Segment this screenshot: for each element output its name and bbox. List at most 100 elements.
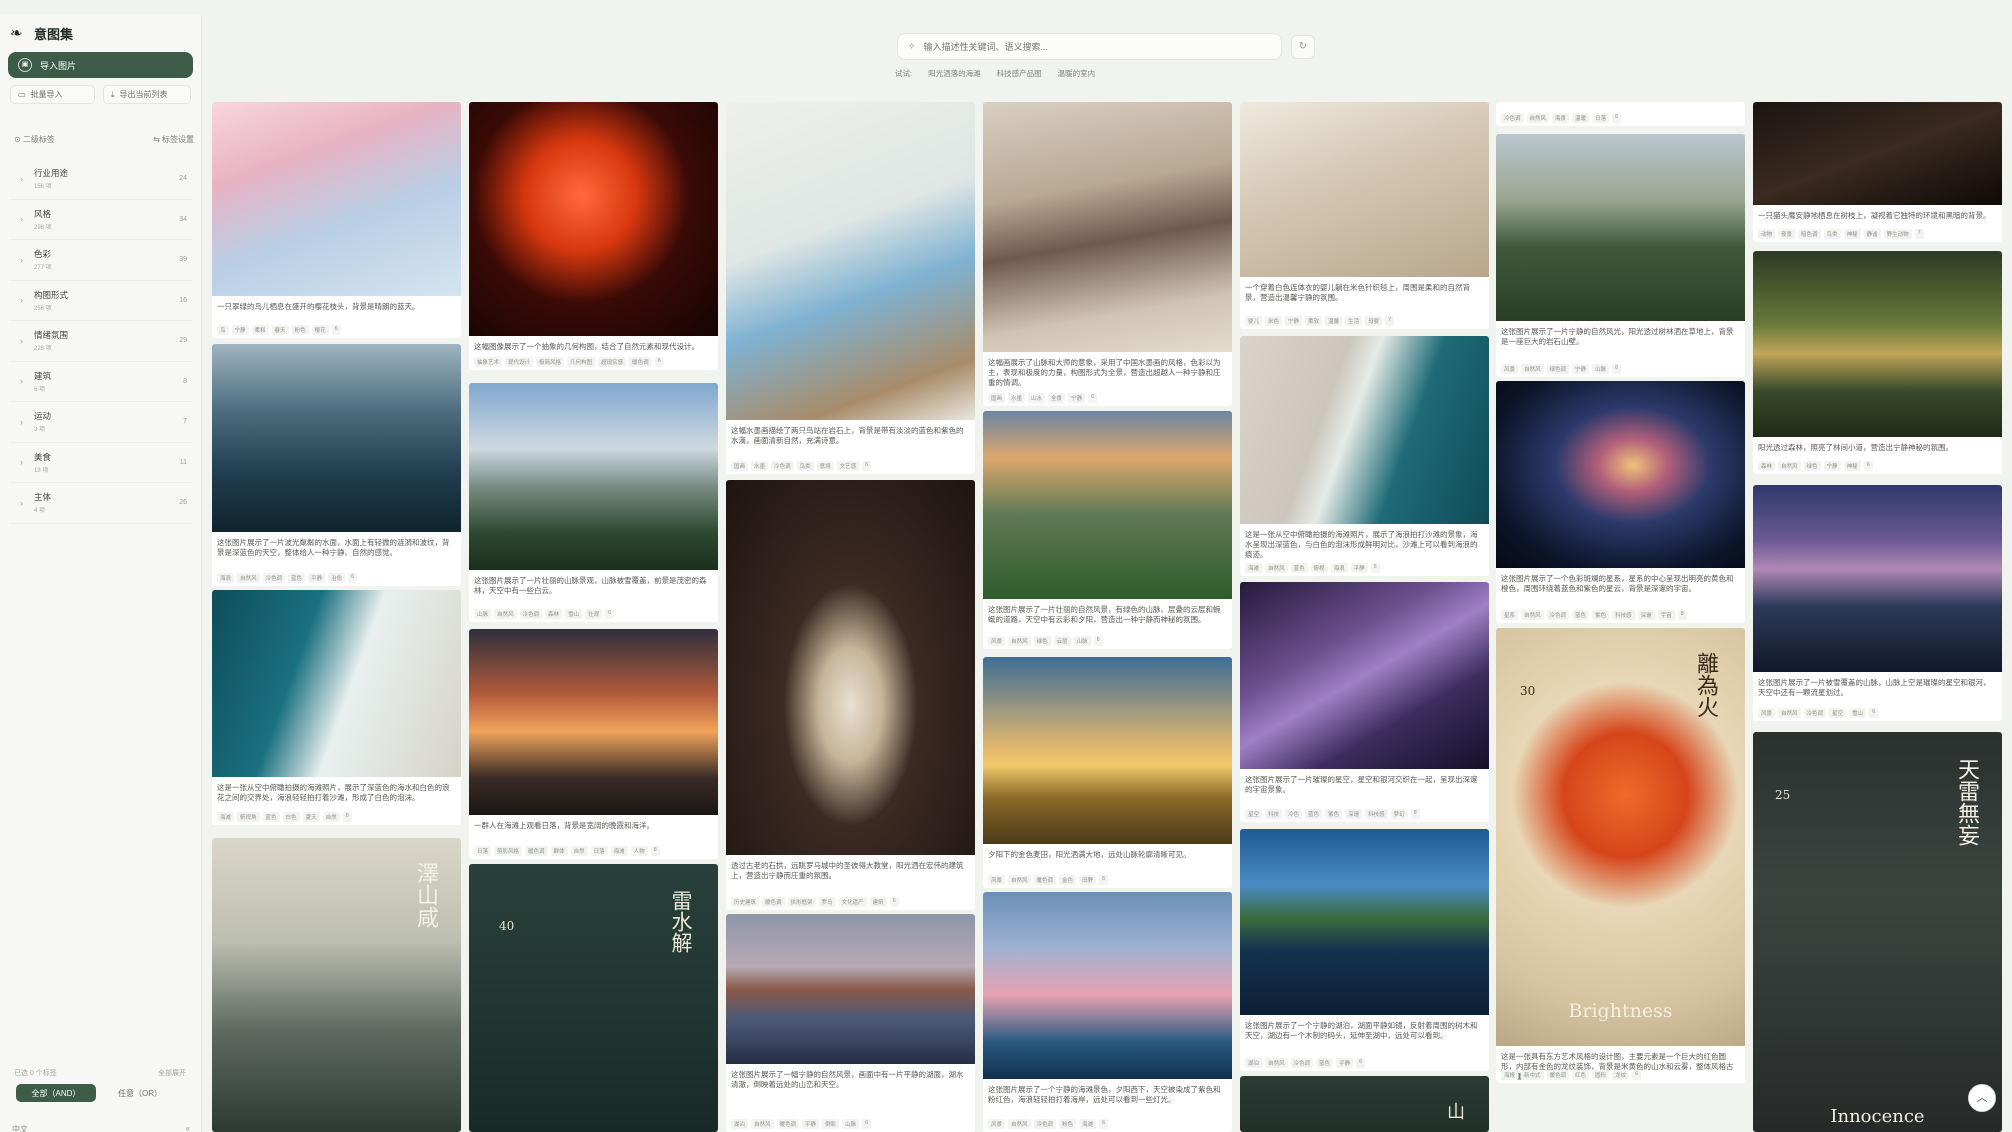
image-tag[interactable]: 冷色调 [1546, 610, 1570, 620]
image-tag[interactable]: 金色 [1059, 875, 1077, 885]
image-tag[interactable]: 田野 [1079, 875, 1097, 885]
image-tag[interactable]: 冷色 [1285, 809, 1303, 819]
thumbnail-image[interactable] [1240, 582, 1489, 769]
image-tag[interactable]: 湖泊 [1245, 1058, 1263, 1068]
image-tag[interactable]: 梦幻 [1390, 809, 1408, 819]
image-tag[interactable]: 森林 [545, 609, 563, 619]
image-tag[interactable]: 超现实感 [598, 357, 627, 367]
image-tag[interactable]: 平静 [1350, 563, 1368, 573]
image-tag[interactable]: 6 [1612, 113, 1622, 123]
thumbnail-image[interactable] [1753, 251, 2002, 437]
image-tag[interactable]: 抽象艺术 [474, 357, 503, 367]
image-tag[interactable]: 生活 [1345, 316, 1363, 326]
image-tag[interactable]: 拱形框架 [787, 897, 816, 907]
image-card[interactable]: 山 [1240, 1076, 1489, 1132]
image-tag[interactable]: 8 [1677, 610, 1687, 620]
image-tag[interactable]: 风景 [1758, 708, 1776, 718]
image-tag[interactable]: 国画 [988, 393, 1006, 403]
image-tag[interactable]: 森林 [1758, 461, 1776, 471]
image-tag[interactable]: 温暖 [1572, 113, 1590, 123]
image-tag[interactable]: 冷色调 [1290, 1058, 1314, 1068]
brand[interactable]: ❧ 意图集 [10, 24, 73, 43]
image-tag[interactable]: 6 [1099, 1119, 1109, 1129]
sidebar-category[interactable]: › 构图形式 256 项 16 [10, 281, 193, 321]
thumbnail-image[interactable] [1753, 485, 2002, 672]
image-card[interactable]: 这张图片展示了一片被雪覆盖的山脉，山脉上空是璀璨的星空和银河，天空中还有一颗流星… [1753, 485, 2002, 721]
image-tag[interactable]: 科技 [1265, 809, 1283, 819]
image-tag[interactable]: 日落 [1592, 113, 1610, 123]
image-tag[interactable]: 自然风 [1526, 113, 1550, 123]
image-tag[interactable]: 剪影风格 [494, 846, 523, 856]
image-tag[interactable]: 冷色调 [1033, 1119, 1057, 1129]
image-tag[interactable]: 山脉 [1592, 364, 1610, 374]
image-tag[interactable]: 风景 [1501, 364, 1519, 374]
image-tag[interactable]: 深邃 [1345, 809, 1363, 819]
image-tag[interactable]: 暖色调 [525, 846, 548, 856]
image-tag[interactable]: 母婴 [1365, 316, 1383, 326]
thumbnail-image[interactable] [1753, 102, 2002, 205]
image-tag[interactable]: 白色 [282, 812, 300, 822]
image-tag[interactable]: 冷色调 [262, 573, 286, 583]
image-tag[interactable]: 蓝色 [1305, 809, 1323, 819]
suggest-chip[interactable]: 温暖的室内 [1058, 68, 1096, 79]
image-tag[interactable]: 意境 [816, 461, 834, 471]
thumbnail-image[interactable] [983, 892, 1232, 1079]
image-tag[interactable]: 山脉 [1073, 636, 1091, 646]
image-tag[interactable]: 蓝色 [262, 812, 280, 822]
image-tag[interactable]: 壮观 [585, 609, 603, 619]
image-tag[interactable]: 冷色调 [771, 461, 794, 471]
image-card[interactable]: 这张图片展示了一片璀璨的星空，星空和银河交织在一起，呈现出深邃的宇宙景象。 星空科… [1240, 582, 1489, 822]
image-tag[interactable]: 科技感 [1612, 610, 1635, 620]
sidebar-category[interactable]: › 美食 13 项 11 [10, 443, 193, 483]
expand-all-link[interactable]: 全部展开 [158, 1068, 186, 1078]
image-tag[interactable]: 6 [862, 1119, 872, 1129]
image-tag[interactable]: 历史建筑 [731, 897, 760, 907]
sidebar-category[interactable]: › 色彩 277 项 39 [10, 240, 193, 281]
thumbnail-image[interactable] [1240, 829, 1489, 1015]
image-tag[interactable]: 平静 [308, 573, 326, 583]
image-tag[interactable]: 静谧 [1863, 229, 1881, 239]
image-tag[interactable]: 鸟类 [1823, 229, 1841, 239]
sidebar-category[interactable]: › 建筑 6 项 8 [10, 362, 193, 402]
image-tag[interactable]: 海滩 [1079, 1119, 1097, 1129]
import-button[interactable]: ▣ 导入图片 [8, 52, 193, 78]
image-card[interactable]: 这张图片展示了一片壮丽的山脉景观，山脉被雪覆盖，前景是茂密的森林，天空中有一些白… [469, 383, 718, 622]
image-tag[interactable]: 6 [342, 812, 352, 822]
image-tag[interactable]: 深邃 [1637, 610, 1655, 620]
sidebar-category[interactable]: › 风格 298 项 34 [10, 200, 193, 240]
image-tag[interactable]: 海滩 [1245, 563, 1263, 573]
image-card[interactable]: 这幅图像展示了一个抽象的几何构图，结合了自然元素和现代设计。 抽象艺术 现代设计 极简… [469, 102, 718, 370]
image-tag[interactable]: 紫色 [1592, 610, 1610, 620]
suggest-chip[interactable]: 阳光洒落的海滩 [928, 68, 981, 79]
image-tag[interactable]: 鸟 [217, 325, 229, 335]
image-tag[interactable]: 自然风 [1265, 563, 1288, 573]
image-tag[interactable]: 冷色调 [519, 609, 543, 619]
image-tag[interactable]: 宁静 [1068, 393, 1086, 403]
image-tag[interactable]: 绿色调 [1546, 364, 1570, 374]
image-tag[interactable]: 暖色调 [776, 1119, 800, 1129]
image-tag[interactable]: 水墨 [751, 461, 769, 471]
image-tag[interactable]: 自然风 [1008, 875, 1031, 885]
suggest-chip[interactable]: 科技感产品图 [997, 68, 1042, 79]
image-tag[interactable]: 平静 [802, 1119, 820, 1129]
image-tag[interactable]: 山脉 [474, 609, 492, 619]
thumbnail-image[interactable] [469, 102, 718, 336]
image-tag[interactable]: 6 [1869, 708, 1879, 718]
thumbnail-image[interactable] [726, 914, 975, 1064]
image-tag[interactable]: 雪山 [565, 609, 583, 619]
image-tag[interactable]: 暗色调 [1798, 229, 1821, 239]
image-tag[interactable]: 风景 [988, 875, 1006, 885]
image-tag[interactable]: 宁静 [231, 325, 249, 335]
image-tag[interactable]: 6 [1093, 636, 1103, 646]
sidebar-category[interactable]: › 主体 4 项 26 [10, 483, 193, 524]
image-tag[interactable]: 6 [348, 573, 358, 583]
image-tag[interactable]: 7 [1914, 229, 1924, 239]
image-tag[interactable]: 6 [889, 897, 899, 907]
image-tag[interactable]: 星空 [1829, 708, 1847, 718]
image-tag[interactable]: 暖色调 [762, 897, 785, 907]
image-tag[interactable]: 宁静 [1572, 364, 1590, 374]
image-tag[interactable]: 自然风 [751, 1119, 774, 1129]
image-tag[interactable]: 6 [1356, 1058, 1366, 1068]
thumbnail-image[interactable] [1496, 381, 1745, 568]
image-card[interactable]: 这张图片展示了一片波光粼粼的水面，水面上有轻微的涟漪和波纹，背景是深蓝色的天空，… [212, 344, 461, 586]
